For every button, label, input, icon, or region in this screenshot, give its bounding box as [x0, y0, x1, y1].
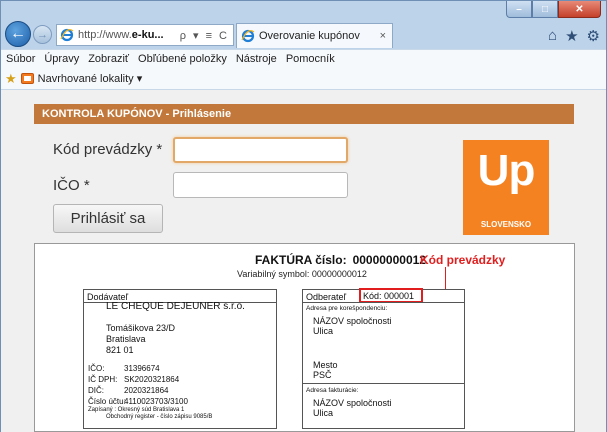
supplier-account-row: Číslo účtu: 4110023703/3100	[88, 397, 188, 406]
star-icon[interactable]: ★	[565, 27, 578, 45]
supplier-note-2: Obchodný register - číslo zápisu 9085/B	[106, 414, 213, 420]
code-label: Kód prevádzky *	[53, 141, 163, 158]
forward-button[interactable]: →	[33, 25, 52, 44]
buyer-name-2: NÁZOV spoločnosti	[313, 398, 392, 408]
menu-item-subor[interactable]: Súbor	[6, 53, 35, 65]
correspondence-label: Adresa pre korešpondenciu:	[306, 305, 388, 312]
tab-overovanie[interactable]: Overovanie kupónov ×	[236, 23, 393, 48]
menu-bar: Súbor Úpravy Zobraziť Obľúbené položky N…	[1, 49, 606, 68]
supplier-address: Tomášikova 23/D Bratislava 821 01	[106, 323, 175, 356]
panel-title: KONTROLA KUPÓNOV - Prihlásenie	[34, 104, 574, 124]
buyer-zip-1: PSČ	[313, 370, 332, 380]
logo-text: Up	[477, 146, 536, 195]
close-window-button[interactable]: ✕	[558, 1, 601, 18]
suggested-sites-link[interactable]: Navrhované lokality ▾	[38, 72, 143, 85]
tab-title: Overovanie kupónov	[259, 30, 360, 42]
toolbar-icons: ⌂ ★ ⚙	[548, 27, 600, 45]
callout-line	[445, 267, 446, 289]
billing-label: Adresa fakturácie:	[306, 387, 359, 394]
tab-close-icon[interactable]: ×	[380, 30, 386, 42]
divider	[303, 302, 464, 303]
buyer-box: Odberateľ Kód: 000001 Adresa pre korešpo…	[302, 288, 465, 429]
invoice-title-label: FAKTÚRA číslo:	[255, 253, 347, 267]
supplier-account: 4110023703/3100	[124, 397, 188, 406]
invoice-number: 00000000012	[352, 253, 426, 267]
divider	[303, 383, 464, 384]
supplier-name: LE CHEQUE DEJEUNER s.r.o.	[106, 301, 245, 312]
code-input[interactable]	[173, 137, 348, 163]
buyer-city-1: Mesto	[313, 360, 338, 370]
supplier-dic: 2020321864	[124, 386, 169, 395]
suggested-sites-icon	[20, 73, 34, 84]
supplier-ico-label: IČO:	[88, 364, 105, 373]
address-domain: e-ku...	[131, 29, 164, 41]
supplier-box: Dodávateľ LE CHEQUE DEJEUNER s.r.o. Tomá…	[83, 289, 277, 429]
menu-item-upravy[interactable]: Úpravy	[44, 53, 79, 65]
ico-label: IČO *	[53, 177, 90, 194]
invoice-title: FAKTÚRA číslo: 00000000012	[255, 253, 426, 267]
minimize-button[interactable]: –	[506, 1, 532, 18]
maximize-button[interactable]: □	[532, 1, 558, 18]
supplier-icdph: SK2020321864	[124, 375, 180, 384]
address-bar[interactable]: http://www. e-ku... ρ ▾ ≡ C	[56, 24, 234, 46]
address-prefix: http://www.	[78, 29, 132, 41]
login-button[interactable]: Prihlásiť sa	[53, 204, 163, 233]
buyer-header: Odberateľ	[306, 292, 347, 302]
supplier-dic-label: DIČ:	[88, 386, 104, 395]
forward-arrow-icon: →	[37, 28, 48, 41]
navigation-bar: ← → http://www. e-ku... ρ ▾ ≡ C Overovan…	[1, 19, 606, 49]
variable-symbol: Variabilný symbol: 00000000012	[237, 269, 367, 279]
supplier-ico-row: IČO: 31396674	[88, 364, 160, 373]
supplier-icdph-row: IČ DPH: SK2020321864	[88, 375, 179, 384]
favorites-star-icon[interactable]: ★	[5, 71, 17, 87]
address-tools[interactable]: ρ ▾ ≡ C	[180, 29, 233, 42]
invoice-sample: FAKTÚRA číslo: 00000000012 Kód prevádzky …	[34, 243, 575, 432]
correspondence-address: NÁZOV spoločnosti Ulica	[313, 316, 392, 336]
buyer-kod-highlight: Kód: 000001	[359, 288, 423, 303]
buyer-name-1: NÁZOV spoločnosti	[313, 316, 392, 326]
buyer-street-2: Ulica	[313, 408, 334, 418]
ico-input[interactable]	[173, 172, 348, 198]
logo-tagline: SLOVENSKO	[480, 220, 532, 229]
gear-icon[interactable]: ⚙	[587, 27, 600, 45]
back-button[interactable]: ←	[5, 21, 31, 47]
favorites-bar: ★ Navrhované lokality ▾	[1, 68, 606, 90]
menu-item-zobrazit[interactable]: Zobraziť	[88, 53, 129, 65]
supplier-dic-row: DIČ: 2020321864	[88, 386, 169, 395]
supplier-street: Tomášikova 23/D	[106, 323, 176, 333]
buyer-street-1: Ulica	[313, 326, 334, 336]
supplier-icdph-label: IČ DPH:	[88, 375, 118, 384]
correspondence-city: Mesto PSČ	[313, 360, 338, 380]
ie-logo-icon	[60, 28, 74, 42]
kod-callout: Kód prevádzky	[420, 253, 506, 267]
billing-address: NÁZOV spoločnosti Ulica	[313, 398, 392, 418]
supplier-ico: 31396674	[124, 364, 160, 373]
supplier-note-1: Zapísaný : Okresný súd Bratislava 1	[88, 407, 185, 413]
home-icon[interactable]: ⌂	[548, 27, 557, 45]
page-content: KONTROLA KUPÓNOV - Prihlásenie Kód prevá…	[1, 90, 606, 432]
up-logo: Up SLOVENSKO	[463, 140, 549, 235]
menu-item-oblubene[interactable]: Obľúbené položky	[138, 53, 227, 65]
supplier-city: Bratislava	[106, 334, 146, 344]
ie-logo-icon	[241, 29, 255, 43]
menu-item-nastroje[interactable]: Nástroje	[236, 53, 277, 65]
supplier-zip: 821 01	[106, 345, 134, 355]
window-controls: – □ ✕	[506, 1, 601, 18]
menu-item-pomocnik[interactable]: Pomocník	[286, 53, 335, 65]
supplier-account-label: Číslo účtu:	[88, 397, 126, 406]
browser-window: – □ ✕ ← → http://www. e-ku... ρ ▾ ≡ C Ov…	[0, 0, 607, 432]
back-arrow-icon: ←	[10, 25, 26, 42]
